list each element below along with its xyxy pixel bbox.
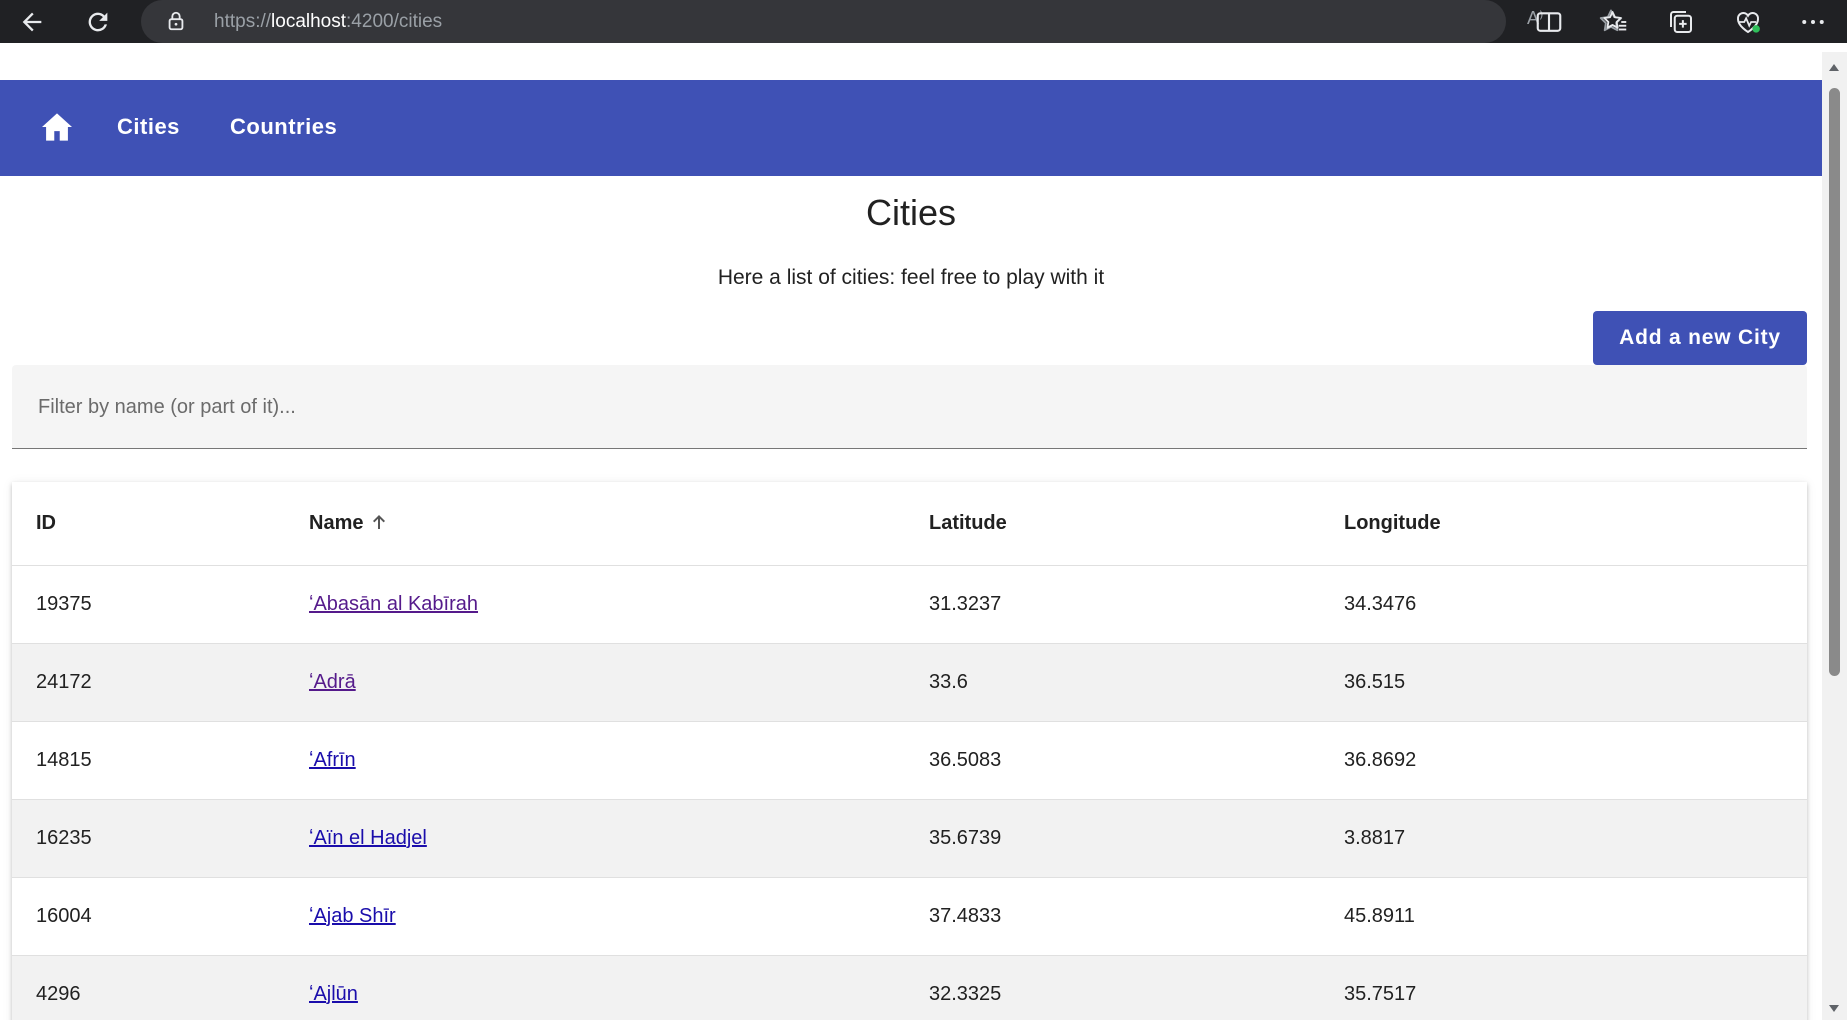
page-title: Cities [865,192,957,233]
url-scheme: https:// [214,11,272,32]
cell-id: 14815 [12,721,309,800]
page-viewport: Cities Countries Cities Here a list of c… [0,52,1822,1020]
url-path: :4200/cities [346,11,443,32]
city-link[interactable]: ʻAdrā [309,671,356,693]
cell-latitude: 33.6 [929,643,1344,722]
city-link[interactable]: ʻAfrīn [309,749,356,771]
cell-name: ʻAjab Shīr [309,877,929,956]
cell-id: 16004 [12,877,309,956]
cell-longitude: 35.7517 [1344,955,1807,1020]
city-link[interactable]: ʻAjlūn [309,983,358,1005]
city-link[interactable]: ʻAbasān al Kabīrah [309,593,478,615]
header-name[interactable]: Name [309,482,929,566]
header-id[interactable]: ID [12,482,309,566]
collections-icon[interactable] [1666,2,1696,42]
cell-latitude: 32.3325 [929,955,1344,1020]
table-header-row: ID Name Latitude Longitude [12,482,1807,566]
cell-id: 4296 [12,955,309,1020]
split-screen-icon[interactable] [1534,2,1564,42]
cell-name: ʻAdrā [309,643,929,722]
scroll-down-arrow-icon[interactable] [1829,1005,1839,1012]
cell-name: ʻAïn el Hadjel [309,799,929,878]
page-subtitle: Here a list of cities: feel free to play… [717,266,1105,289]
cell-name: ʻAbasān al Kabīrah [309,565,929,644]
back-icon[interactable] [12,2,52,42]
url-host: localhost [271,11,347,32]
cell-longitude: 36.515 [1344,643,1807,722]
favorites-icon[interactable] [1600,2,1630,42]
scroll-thumb[interactable] [1829,88,1840,676]
cell-latitude: 35.6739 [929,799,1344,878]
table-row: 4296 ʻAjlūn 32.3325 35.7517 [12,955,1807,1020]
more-options-icon[interactable] [1798,2,1828,42]
table-row: 16235 ʻAïn el Hadjel 35.6739 3.8817 [12,799,1807,878]
cell-longitude: 45.8911 [1344,877,1807,956]
nav-countries-link[interactable]: Countries [230,114,337,140]
table-row: 14815 ʻAfrīn 36.5083 36.8692 [12,721,1807,800]
table-row: 16004 ʻAjab Shīr 37.4833 45.8911 [12,877,1807,956]
header-name-label: Name [309,511,364,534]
table-row: 24172 ʻAdrā 33.6 36.515 [12,643,1807,722]
app-toolbar: Cities Countries [0,80,1822,176]
city-link[interactable]: ʻAïn el Hadjel [309,827,427,849]
header-longitude-label: Longitude [1344,511,1441,534]
cell-longitude: 3.8817 [1344,799,1807,878]
table-row: 19375 ʻAbasān al Kabīrah 31.3237 34.3476 [12,565,1807,644]
url-text[interactable]: https://localhost:4200/cities [214,11,442,33]
cell-longitude: 34.3476 [1344,565,1807,644]
reload-icon[interactable] [78,2,118,42]
cell-id: 19375 [12,565,309,644]
cell-latitude: 36.5083 [929,721,1344,800]
browser-toolbar: https://localhost:4200/cities A⁾ [0,0,1847,43]
sort-ascending-icon[interactable] [371,513,387,531]
cities-table: ID Name Latitude Longitude 19375 ʻAbasān… [12,482,1807,1020]
cell-latitude: 31.3237 [929,565,1344,644]
cell-id: 24172 [12,643,309,722]
filter-field[interactable] [12,365,1807,449]
cell-name: ʻAjlūn [309,955,929,1020]
cell-latitude: 37.4833 [929,877,1344,956]
filter-input[interactable] [36,391,1776,423]
scroll-up-arrow-icon[interactable] [1829,64,1839,71]
header-id-label: ID [36,511,56,534]
home-icon[interactable] [40,112,74,142]
header-longitude[interactable]: Longitude [1344,482,1807,566]
header-latitude-label: Latitude [929,511,1007,534]
header-latitude[interactable]: Latitude [929,482,1344,566]
lock-icon[interactable] [165,10,187,32]
nav-cities-link[interactable]: Cities [117,114,180,140]
browser-essentials-icon[interactable] [1733,2,1763,42]
city-link[interactable]: ʻAjab Shīr [309,905,396,927]
cell-id: 16235 [12,799,309,878]
add-city-button[interactable]: Add a new City [1593,311,1807,365]
address-bar[interactable]: https://localhost:4200/cities A⁾ [141,0,1623,43]
cell-longitude: 36.8692 [1344,721,1807,800]
cell-name: ʻAfrīn [309,721,929,800]
page-scrollbar[interactable] [1822,52,1847,1020]
